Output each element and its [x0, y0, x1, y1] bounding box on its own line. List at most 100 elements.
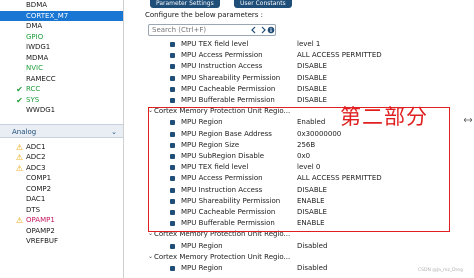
tree-item-vrefbuf[interactable]: VREFBUF: [0, 236, 123, 247]
parameter-name: MPU Shareability Permission: [181, 73, 281, 82]
warning-icon: ⚠: [15, 153, 24, 162]
parameter-bullet-icon: [170, 75, 175, 81]
tree-item-opamp1[interactable]: ⚠ OPAMP1: [0, 215, 123, 226]
tree-item-comp2[interactable]: COMP2: [0, 184, 123, 195]
tree-item-adc2[interactable]: ⚠ ADC2: [0, 152, 123, 163]
tree-item-rcc[interactable]: ✔ RCC: [0, 84, 123, 95]
parameter-bullet-icon: [170, 42, 175, 47]
tree-analog-list: ⚠ ADC1 ⚠ ADC2 ⚠ ADC3 COMP1 COMP2 DAC1 DTS ⚠ OPAMP1 O…: [0, 142, 123, 247]
tree-item-label: ADC3: [26, 163, 46, 172]
search-input[interactable]: [152, 25, 247, 35]
tree-item-iwdg1[interactable]: IWDG1: [0, 42, 123, 53]
config-header: Configure the below parameters :: [145, 9, 302, 21]
tree-item-ramecc[interactable]: RAMECC: [0, 74, 123, 85]
parameter-row[interactable]: MPU TEX field level level 1: [144, 39, 450, 50]
tree-item-mdma[interactable]: MDMA: [0, 53, 123, 64]
nav-prev-icon[interactable]: [250, 26, 258, 34]
tree-item-dma[interactable]: DMA: [0, 21, 123, 32]
parameter-value[interactable]: DISABLE: [297, 95, 327, 106]
tree-item-opamp2[interactable]: OPAMP2: [0, 226, 123, 237]
tree-item-label: OPAMP2: [26, 226, 55, 235]
tree-system-core-list: BDMA CORTEX_M7 DMA GPIO IWDG1 MDMA NVIC RAMECC ✔…: [0, 0, 123, 116]
parameter-row[interactable]: MPU Cacheable Permission DISABLE: [144, 84, 450, 95]
tree-item-label: IWDG1: [26, 43, 51, 51]
tree-item-dts[interactable]: DTS: [0, 205, 123, 216]
parameter-value[interactable]: DISABLE: [297, 61, 327, 72]
parameter-name: MPU Bufferable Permission: [181, 96, 275, 104]
parameter-value[interactable]: DISABLE: [297, 84, 327, 95]
parameter-value[interactable]: ALL ACCESS PERMITTED: [297, 50, 382, 61]
tree-item-label: RAMECC: [26, 74, 56, 83]
parameter-name: MPU Region: [181, 241, 223, 250]
warning-icon: ⚠: [15, 163, 24, 173]
right-panel-edge: [452, 0, 474, 278]
parameter-value[interactable]: level 1: [297, 39, 320, 50]
parameter-value[interactable]: Disabled: [297, 241, 327, 252]
parameter-name: Cortex Memory Protection Unit Regio...: [154, 252, 291, 261]
tree-item-gpio[interactable]: GPIO: [0, 32, 123, 43]
tree-item-adc3[interactable]: ⚠ ADC3: [0, 163, 123, 174]
tree-item-label: SYS: [26, 95, 40, 104]
tree-item-cortex-m7[interactable]: CORTEX_M7: [0, 10, 123, 21]
tree-item-bdma[interactable]: BDMA: [0, 0, 123, 11]
tree-item-label: ADC2: [26, 153, 46, 161]
nav-next-icon[interactable]: [259, 26, 267, 34]
parameter-name: MPU Region: [181, 264, 223, 272]
tree-item-label: COMP1: [26, 174, 52, 182]
tree-item-adc1[interactable]: ⚠ ADC1: [0, 142, 123, 153]
tab-user-constants-label: User Constants: [240, 0, 286, 7]
parameter-value[interactable]: DISABLE: [297, 73, 327, 84]
parameter-bullet-icon: [170, 266, 175, 271]
parameter-name: MPU TEX field level: [181, 40, 249, 48]
tree-item-label: RCC: [26, 85, 41, 93]
tree-item-label: ADC1: [26, 142, 46, 151]
parameter-row[interactable]: MPU Shareability Permission DISABLE: [144, 73, 450, 84]
watermark: CSDN @Ja_mz_Dreg: [418, 268, 463, 273]
group-header-row[interactable]: ⌄ Cortex Memory Protection Unit Regio...: [144, 252, 450, 263]
tree-item-dac1[interactable]: DAC1: [0, 194, 123, 205]
tree-item-nvic[interactable]: NVIC: [0, 63, 123, 74]
parameter-bullet-icon: [170, 243, 175, 249]
tree-item-label: VREFBUF: [26, 237, 59, 245]
chevron-down-icon: ⌄: [111, 127, 117, 136]
tree-item-comp1[interactable]: COMP1: [0, 173, 123, 184]
parameter-row[interactable]: MPU Instruction Access DISABLE: [144, 61, 450, 72]
parameter-value[interactable]: Disabled: [297, 263, 327, 274]
parameter-bullet-icon: [170, 86, 175, 92]
warning-icon: ⚠: [15, 216, 24, 225]
annotation-text: 第二部分: [340, 105, 428, 129]
tree-item-label: CORTEX_M7: [26, 11, 69, 20]
tab-bar: Parameter Settings User Constants: [124, 0, 474, 8]
check-icon: ✔: [16, 85, 23, 94]
tab-user-constants[interactable]: User Constants: [234, 0, 292, 8]
parameter-row[interactable]: MPU Region Disabled: [144, 263, 450, 274]
tree-item-label: DMA: [26, 22, 43, 30]
expand-chevron-icon[interactable]: ⌄: [148, 252, 153, 263]
config-label: Configure the below parameters :: [145, 11, 263, 19]
tree-item-label: BDMA: [26, 1, 48, 9]
peripheral-tree: BDMA CORTEX_M7 DMA GPIO IWDG1 MDMA NVIC RAMECC ✔…: [0, 0, 124, 278]
tab-parameter-settings-label: Parameter Settings: [156, 0, 214, 7]
parameter-name: MPU Cacheable Permission: [181, 84, 276, 93]
tab-parameter-settings[interactable]: Parameter Settings: [150, 0, 220, 8]
parameter-name: MPU Access Permission: [181, 51, 263, 60]
category-analog-label: Analog: [12, 127, 37, 136]
tree-item-label: DTS: [26, 205, 41, 214]
tree-item-sys[interactable]: ✔ SYS: [0, 95, 123, 106]
tree-item-label: OPAMP1: [26, 216, 55, 224]
tree-item-label: MDMA: [26, 53, 49, 62]
parameter-row[interactable]: MPU Region Disabled: [144, 241, 450, 252]
splitter-handle-icon[interactable]: [464, 117, 472, 123]
tree-item-label: COMP2: [26, 184, 52, 193]
tree-item-label: GPIO: [26, 32, 44, 41]
tree-item-label: DAC1: [26, 195, 46, 203]
parameter-row[interactable]: MPU Access Permission ALL ACCESS PERMITTE…: [144, 50, 450, 61]
parameter-name: MPU Instruction Access: [181, 62, 263, 71]
info-icon[interactable]: [267, 26, 275, 34]
parameter-bullet-icon: [170, 64, 175, 70]
category-analog[interactable]: Analog ⌄: [0, 123, 123, 138]
tree-item-wwdg1[interactable]: WWDG1: [0, 105, 123, 116]
parameter-bullet-icon: [170, 98, 175, 103]
search-box[interactable]: [148, 24, 276, 36]
tree-item-label: NVIC: [26, 64, 43, 72]
